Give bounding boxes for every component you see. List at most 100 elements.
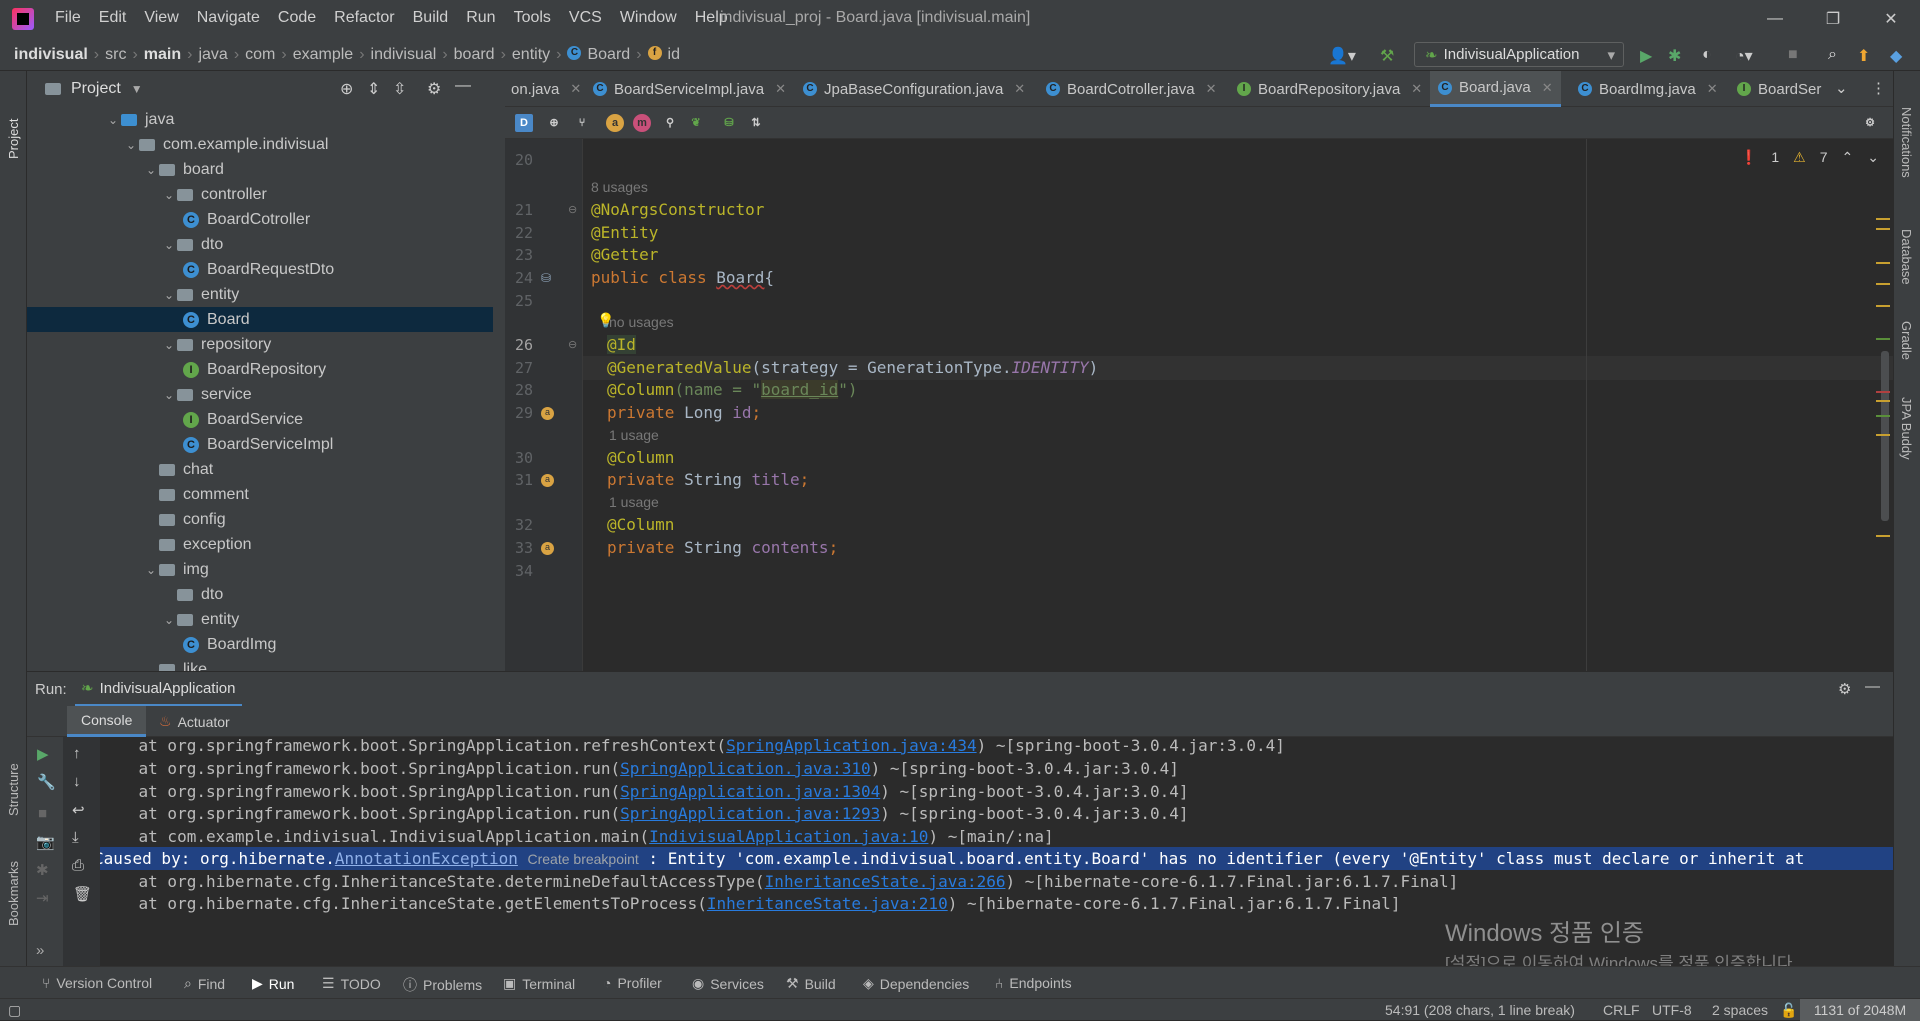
close-icon[interactable]: ✕ xyxy=(1542,80,1553,96)
tool-services[interactable]: ◉ Services xyxy=(692,975,764,992)
close-button[interactable]: ✕ xyxy=(1862,0,1920,38)
fold-icon[interactable]: ⊖ xyxy=(568,338,577,351)
usages-hint[interactable]: 1 usage xyxy=(609,427,659,443)
warning-marker[interactable] xyxy=(1876,228,1890,230)
tree-item[interactable]: C BoardImg xyxy=(27,632,493,657)
tree-item[interactable]: comment xyxy=(27,482,493,507)
fold-icon[interactable]: ⊖ xyxy=(568,203,577,216)
editor-tab[interactable]: I BoardRepository.java ✕ xyxy=(1237,71,1422,107)
attribute-gutter-icon[interactable]: a xyxy=(541,407,554,420)
source-link[interactable]: InheritanceState.java:210 xyxy=(707,894,948,913)
warning-marker[interactable] xyxy=(1876,305,1890,307)
stop-icon[interactable]: ■ xyxy=(38,805,47,822)
build-hammer-icon[interactable]: ⚒ xyxy=(1380,46,1394,66)
chevron-down-icon[interactable]: ⌄ xyxy=(161,238,177,252)
tree-item[interactable]: like xyxy=(27,657,493,671)
chevron-down-icon[interactable]: ⌄ xyxy=(1835,79,1848,97)
breadcrumb-item[interactable]: entity xyxy=(512,46,550,64)
exception-link[interactable]: AnnotationException xyxy=(335,849,518,868)
tree-item[interactable]: ⌄ entity xyxy=(27,282,493,307)
warning-marker[interactable] xyxy=(1876,283,1890,285)
menu-tools[interactable]: Tools xyxy=(514,9,551,27)
lock-icon[interactable]: 🔓 xyxy=(1780,1002,1797,1019)
editor-tab[interactable]: C BoardServiceImpl.java ✕ xyxy=(593,71,786,107)
tree-item[interactable]: exception xyxy=(27,532,493,557)
tree-item[interactable]: ⌄ img xyxy=(27,557,493,582)
locate-icon[interactable]: ⊕ xyxy=(340,79,353,99)
stop-icon[interactable]: ■ xyxy=(1788,46,1798,64)
tab-actuator[interactable]: ♨ Actuator xyxy=(159,706,230,737)
scroll-to-end-icon[interactable]: ⤓ xyxy=(72,829,79,846)
update-icon[interactable]: ⬆ xyxy=(1857,46,1870,66)
attribute-icon[interactable]: a xyxy=(606,114,624,132)
run-icon[interactable]: ▶ xyxy=(1640,46,1652,66)
attribute-gutter-icon[interactable]: a xyxy=(541,474,554,487)
more-icon[interactable]: ⋮ xyxy=(1871,79,1886,97)
source-link[interactable]: SpringApplication.java:1304 xyxy=(620,782,880,801)
trash-icon[interactable]: 🗑 xyxy=(73,885,92,903)
breadcrumb-item[interactable]: com xyxy=(245,46,275,64)
tool-problems[interactable]: ⓘ Problems xyxy=(403,975,482,995)
plugin-icon[interactable]: ◆ xyxy=(1890,46,1902,66)
warning-marker[interactable] xyxy=(1876,218,1890,220)
close-icon[interactable]: ✕ xyxy=(1707,81,1718,97)
tree-item[interactable]: C BoardCotroller xyxy=(27,207,493,232)
restore-button[interactable]: ❐ xyxy=(1804,0,1862,38)
tree-item[interactable]: ⌄ com.example.indivisual xyxy=(27,132,493,157)
tool-profiler[interactable]: ◔ Profiler xyxy=(603,975,662,991)
chevron-down-icon[interactable]: ⌄ xyxy=(105,113,121,127)
wrench-icon[interactable]: 🔧 xyxy=(37,773,56,791)
search-icon[interactable]: ⌕ xyxy=(1828,46,1837,64)
menu-build[interactable]: Build xyxy=(413,9,449,27)
database-icon[interactable]: ⛁ xyxy=(720,114,738,132)
memory-indicator[interactable]: 1131 of 2048M xyxy=(1800,999,1920,1021)
tree-item[interactable]: I BoardRepository xyxy=(27,357,493,382)
tree-item[interactable]: C BoardServiceImpl xyxy=(27,432,493,457)
chevron-down-icon[interactable]: ⌄ xyxy=(161,288,177,302)
tool-find[interactable]: ⌕ Find xyxy=(184,975,225,992)
tool-terminal[interactable]: ▣ Terminal xyxy=(503,975,575,992)
source-link[interactable]: InheritanceState.java:266 xyxy=(765,872,1006,891)
editor-tab[interactable]: on.java ✕ xyxy=(511,71,581,107)
warning-marker[interactable] xyxy=(1876,535,1890,537)
error-marker[interactable] xyxy=(1876,391,1890,393)
chevron-down-icon[interactable]: ⌄ xyxy=(123,138,139,152)
source-link[interactable]: SpringApplication.java:434 xyxy=(726,737,976,755)
rerun-icon[interactable]: ▶ xyxy=(37,745,49,763)
tool-dependencies[interactable]: ◈ Dependencies xyxy=(863,975,969,992)
expand-all-icon[interactable]: ⇕ xyxy=(367,79,380,99)
hierarchy-icon[interactable]: ⑂ xyxy=(573,114,591,132)
breadcrumb-item[interactable]: Board xyxy=(587,46,630,64)
entity-gutter-icon[interactable]: ⛁ xyxy=(541,271,551,285)
editor-tab[interactable]: C JpaBaseConfiguration.java ✕ xyxy=(803,71,1025,107)
inspection-widget[interactable]: ❗ 1 ⚠ 7 ⌃ ⌄ xyxy=(1740,149,1879,166)
chevron-down-icon[interactable]: ⌄ xyxy=(161,338,177,352)
chevron-down-icon[interactable]: ⌄ xyxy=(161,613,177,627)
change-marker[interactable] xyxy=(1876,415,1890,417)
close-icon[interactable]: ✕ xyxy=(570,81,581,97)
chevron-down-icon[interactable]: ⌄ xyxy=(143,563,159,577)
sort-icon[interactable]: ⇅ xyxy=(747,114,765,132)
bug-icon[interactable]: ✱ xyxy=(36,861,49,879)
warning-marker[interactable] xyxy=(1876,400,1890,402)
menu-code[interactable]: Code xyxy=(278,9,316,27)
editor-tab[interactable]: C BoardCotroller.java ✕ xyxy=(1046,71,1216,107)
hide-panel-icon[interactable]: — xyxy=(1865,678,1880,695)
up-icon[interactable]: ↑ xyxy=(73,745,81,762)
file-encoding[interactable]: UTF-8 xyxy=(1652,1002,1692,1018)
run-tab[interactable]: ❧ IndivisualApplication xyxy=(75,672,242,707)
profile-icon[interactable]: ◔▾ xyxy=(1735,46,1753,66)
editor-tab[interactable]: C BoardImg.java ✕ xyxy=(1578,71,1718,107)
tool-version-control[interactable]: ⑂ Version Control xyxy=(42,975,152,991)
soft-wrap-icon[interactable]: ↩ xyxy=(72,801,85,819)
layout-icon[interactable]: ▢ xyxy=(8,1002,21,1019)
tree-item[interactable]: ⌄ repository xyxy=(27,332,493,357)
structure-side-tab[interactable]: Structure xyxy=(6,763,21,816)
editor-tab-active[interactable]: C Board.java ✕ xyxy=(1430,71,1561,107)
create-breakpoint-link[interactable]: Create breakpoint xyxy=(527,851,639,867)
print-icon[interactable]: ⎙ xyxy=(72,857,84,874)
tool-run[interactable]: ▶ Run xyxy=(252,975,294,992)
ddl-icon[interactable]: D xyxy=(515,114,533,132)
run-configuration-select[interactable]: ❧ IndivisualApplication ▾ xyxy=(1414,42,1624,67)
menu-run[interactable]: Run xyxy=(466,9,495,27)
